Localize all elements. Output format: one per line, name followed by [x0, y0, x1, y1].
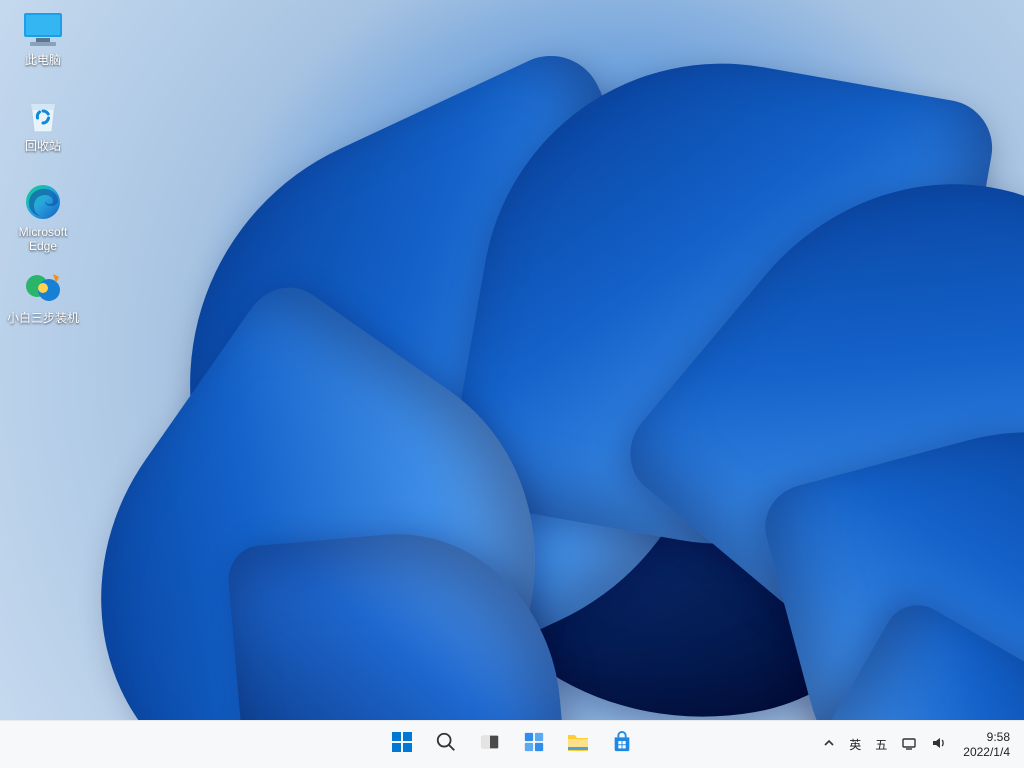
search-icon [435, 731, 457, 758]
start-button[interactable] [382, 725, 422, 765]
recycle-bin-icon [21, 96, 65, 136]
file-explorer-button[interactable] [558, 725, 598, 765]
edge-icon [21, 182, 65, 222]
clock-date: 2022/1/4 [963, 745, 1010, 760]
volume-button[interactable] [925, 725, 953, 765]
desktop-icon-recycle-bin[interactable]: 回收站 [6, 92, 80, 178]
taskbar: 英 五 9:58 2022/1/4 [0, 720, 1024, 768]
monitor-icon [21, 10, 65, 50]
taskbar-center [382, 725, 642, 765]
desktop-icon-this-pc[interactable]: 此电脑 [6, 6, 80, 92]
installer-icon [21, 268, 65, 308]
desktop-icon-edge[interactable]: Microsoft Edge [6, 178, 80, 264]
store-button[interactable] [602, 725, 642, 765]
network-button[interactable] [895, 725, 923, 765]
ime-mode-button[interactable]: 五 [869, 725, 893, 765]
network-icon [901, 735, 917, 754]
system-tray: 英 五 9:58 2022/1/4 [817, 721, 1018, 769]
task-view-button[interactable] [470, 725, 510, 765]
desktop-icon-label: 回收站 [25, 140, 61, 154]
ime-language-label: 英 [849, 736, 861, 753]
volume-icon [931, 735, 947, 754]
ime-language-button[interactable]: 英 [843, 725, 867, 765]
desktop-icon-label: 此电脑 [25, 54, 61, 68]
desktop-icon-xiaobai[interactable]: 小白三步装机 [6, 264, 80, 350]
tray-overflow-button[interactable] [817, 725, 841, 765]
clock-button[interactable]: 9:58 2022/1/4 [955, 725, 1018, 765]
desktop[interactable]: 此电脑 回收站 [0, 0, 1024, 720]
widgets-icon [523, 731, 545, 758]
wallpaper-bloom [180, 40, 1024, 720]
chevron-up-icon [823, 737, 835, 752]
widgets-button[interactable] [514, 725, 554, 765]
store-icon [611, 731, 633, 758]
folder-icon [566, 731, 590, 758]
task-view-icon [479, 731, 501, 758]
desktop-icon-label: 小白三步装机 [7, 312, 79, 326]
ime-mode-label: 五 [875, 736, 887, 753]
windows-icon [390, 730, 414, 759]
clock-time: 9:58 [987, 730, 1010, 745]
search-button[interactable] [426, 725, 466, 765]
desktop-icons: 此电脑 回收站 [6, 6, 86, 350]
desktop-icon-label: Microsoft Edge [19, 226, 68, 254]
